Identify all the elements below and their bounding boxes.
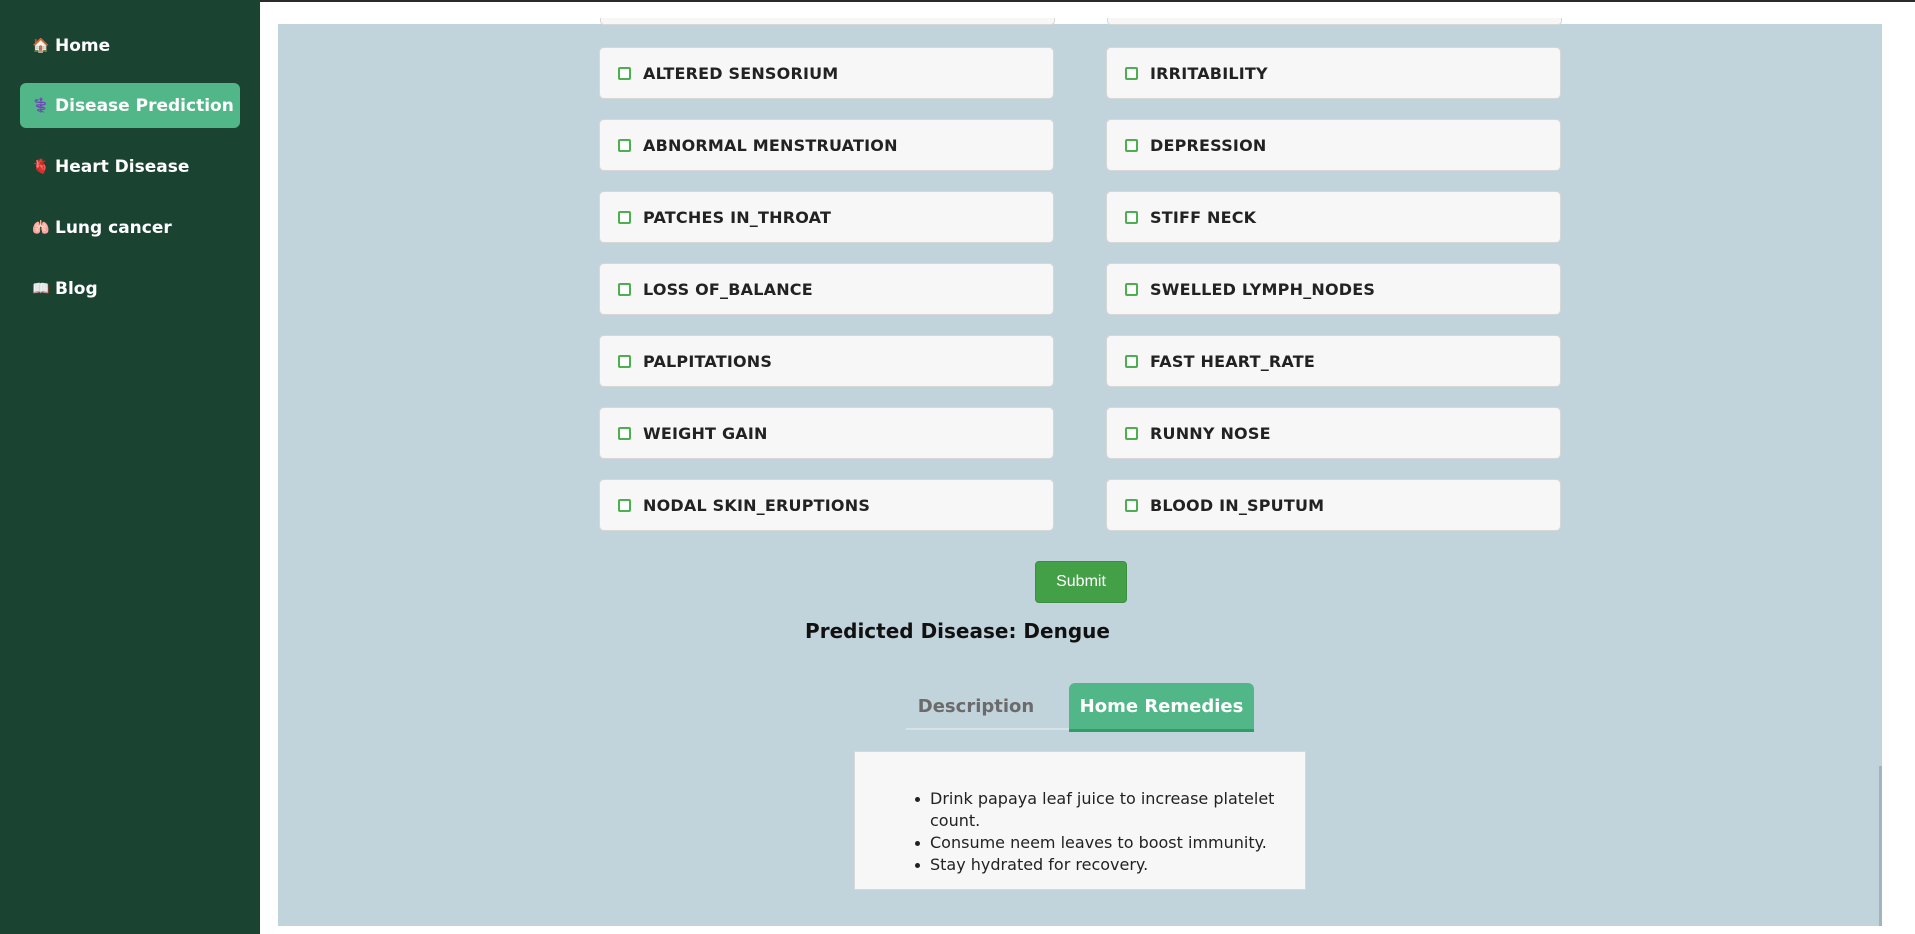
- tab-home-remedies[interactable]: Home Remedies: [1069, 683, 1254, 732]
- symptom-label: LOSS OF_BALANCE: [643, 279, 813, 299]
- sidebar-item-disease-prediction[interactable]: ⚕️ Disease Prediction: [20, 83, 240, 128]
- symptom-checkbox[interactable]: [1125, 498, 1138, 512]
- lungs-icon: 🫁: [32, 219, 50, 236]
- symptom-label: PALPITATIONS: [643, 351, 773, 371]
- symptom-option-palpitations[interactable]: PALPITATIONS: [599, 335, 1054, 387]
- symptom-checkbox[interactable]: [1125, 138, 1138, 152]
- symptom-option-depression[interactable]: DEPRESSION: [1106, 119, 1561, 171]
- sidebar: 🏠 Home ⚕️ Disease Prediction 🫀 Heart Dis…: [0, 0, 260, 934]
- symptom-option-blood-in-sputum[interactable]: BLOOD IN_SPUTUM: [1106, 479, 1561, 531]
- predicted-disease: Predicted Disease: Dengue: [805, 619, 1110, 643]
- symptom-option-patches-in-throat[interactable]: PATCHES IN_THROAT: [599, 191, 1054, 243]
- tab-description[interactable]: Description: [906, 683, 1046, 729]
- symptom-label: WEIGHT GAIN: [643, 423, 768, 443]
- symptom-checkbox[interactable]: [618, 354, 631, 368]
- sidebar-item-label: Blog: [55, 278, 98, 299]
- symptom-label: ALTERED SENSORIUM: [643, 63, 839, 83]
- home-remedies-panel: Drink papaya leaf juice to increase plat…: [854, 751, 1306, 890]
- symptom-checkbox[interactable]: [618, 282, 631, 296]
- sidebar-item-blog[interactable]: 📖 Blog: [20, 266, 240, 311]
- symptom-checkbox[interactable]: [618, 138, 631, 152]
- symptom-card-partial: [1107, 18, 1562, 25]
- symptom-option-irritability[interactable]: IRRITABILITY: [1106, 47, 1561, 99]
- list-item: Stay hydrated for recovery.: [915, 854, 1305, 876]
- symptom-label: STIFF NECK: [1150, 207, 1257, 227]
- symptom-option-weight-gain[interactable]: WEIGHT GAIN: [599, 407, 1054, 459]
- sidebar-item-home[interactable]: 🏠 Home: [20, 23, 240, 68]
- symptom-checkbox[interactable]: [1125, 66, 1138, 80]
- symptom-option-abnormal-menstruation[interactable]: ABNORMAL MENSTRUATION: [599, 119, 1054, 171]
- symptom-label: ABNORMAL MENSTRUATION: [643, 135, 898, 155]
- symptom-card-partial: [600, 18, 1055, 25]
- symptom-option-nodal-skin-eruptions[interactable]: NODAL SKIN_ERUPTIONS: [599, 479, 1054, 531]
- symptom-label: BLOOD IN_SPUTUM: [1150, 495, 1325, 515]
- symptom-label: DEPRESSION: [1150, 135, 1267, 155]
- medical-symbol-icon: ⚕️: [32, 97, 50, 114]
- sidebar-item-label: Disease Prediction: [55, 95, 234, 116]
- symptom-label: PATCHES IN_THROAT: [643, 207, 832, 227]
- symptom-option-loss-of-balance[interactable]: LOSS OF_BALANCE: [599, 263, 1054, 315]
- symptom-checkbox[interactable]: [618, 210, 631, 224]
- scrollbar[interactable]: [1879, 766, 1882, 926]
- symptom-checkbox[interactable]: [1125, 354, 1138, 368]
- sidebar-item-label: Lung cancer: [55, 217, 172, 238]
- symptom-label: IRRITABILITY: [1150, 63, 1268, 83]
- symptom-label: NODAL SKIN_ERUPTIONS: [643, 495, 871, 515]
- sidebar-item-heart-disease[interactable]: 🫀 Heart Disease: [20, 144, 240, 189]
- symptom-option-swelled-lymph-nodes[interactable]: SWELLED LYMPH_NODES: [1106, 263, 1561, 315]
- symptom-label: RUNNY NOSE: [1150, 423, 1271, 443]
- symptom-label: SWELLED LYMPH_NODES: [1150, 279, 1376, 299]
- remedies-list: Drink papaya leaf juice to increase plat…: [915, 788, 1305, 876]
- house-icon: 🏠: [32, 37, 50, 54]
- list-item: Drink papaya leaf juice to increase plat…: [915, 788, 1305, 832]
- symptom-checkbox[interactable]: [1125, 426, 1138, 440]
- sidebar-item-label: Heart Disease: [55, 156, 190, 177]
- list-item: Consume neem leaves to boost immunity.: [915, 832, 1305, 854]
- sidebar-item-lung-cancer[interactable]: 🫁 Lung cancer: [20, 205, 240, 250]
- symptom-option-stiff-neck[interactable]: STIFF NECK: [1106, 191, 1561, 243]
- symptom-option-altered-sensorium[interactable]: ALTERED SENSORIUM: [599, 47, 1054, 99]
- symptom-checkbox[interactable]: [618, 66, 631, 80]
- main-top-strip: [278, 2, 1882, 24]
- symptom-checkbox[interactable]: [618, 426, 631, 440]
- book-icon: 📖: [32, 280, 50, 297]
- submit-button[interactable]: Submit: [1035, 561, 1127, 603]
- sidebar-item-label: Home: [55, 35, 111, 56]
- heart-icon: 🫀: [32, 158, 50, 175]
- symptom-checkbox[interactable]: [618, 498, 631, 512]
- symptom-option-runny-nose[interactable]: RUNNY NOSE: [1106, 407, 1561, 459]
- symptom-checkbox[interactable]: [1125, 210, 1138, 224]
- symptom-checkbox[interactable]: [1125, 282, 1138, 296]
- symptom-option-fast-heart-rate[interactable]: FAST HEART_RATE: [1106, 335, 1561, 387]
- symptom-label: FAST HEART_RATE: [1150, 351, 1316, 371]
